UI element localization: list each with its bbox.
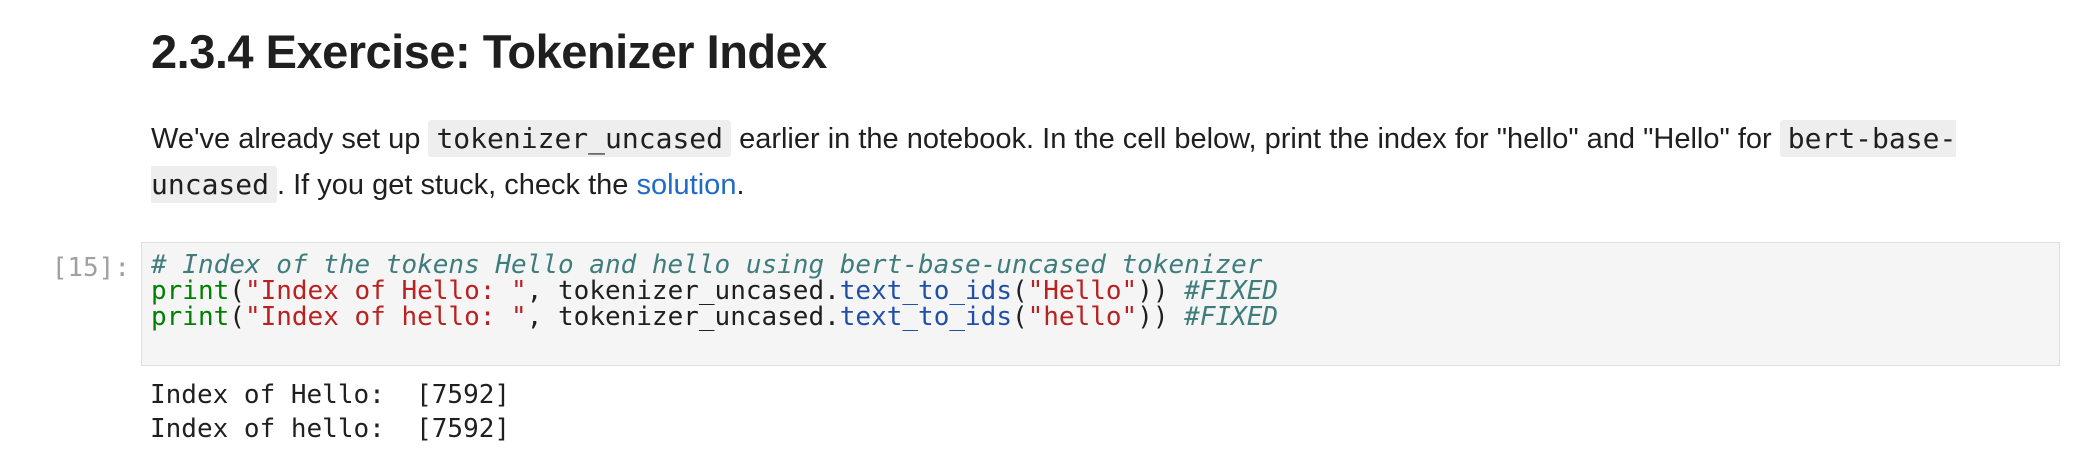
code-string-arg: "hello"	[1027, 302, 1138, 332]
code-plain: , tokenizer_uncased.	[526, 302, 840, 332]
code-string: "Index of hello: "	[244, 302, 527, 332]
execution-count-prompt: [15]:	[51, 253, 130, 283]
code-close-paren: ))	[1137, 302, 1169, 332]
code-editor[interactable]: # Index of the tokens Hello and hello us…	[141, 242, 2060, 366]
para-text-4: .	[736, 169, 745, 201]
code-print-builtin: print	[151, 302, 230, 332]
code-inline-comment: #FIXED	[1168, 302, 1279, 332]
output-line-1: Index of Hello: [7592]	[150, 380, 511, 410]
para-text-1: We've already set up	[151, 123, 429, 155]
section-heading: 2.3.4 Exercise: Tokenizer Index	[151, 25, 827, 78]
para-text-3: . If you get stuck, check the	[277, 169, 637, 201]
output-line-2: Index of hello: [7592]	[150, 414, 511, 444]
code-method: text_to_ids	[839, 302, 1012, 332]
code-paren: (	[229, 302, 245, 332]
inline-code-tokenizer: tokenizer_uncased	[428, 120, 732, 157]
para-text-2: earlier in the notebook. In the cell bel…	[731, 123, 1780, 155]
code-line-3: print("Index of hello: ", tokenizer_unca…	[151, 302, 1278, 332]
solution-link[interactable]: solution	[636, 169, 736, 201]
instructions-paragraph: We've already set up tokenizer_uncased e…	[151, 116, 2051, 208]
cell-output: Index of Hello: [7592] Index of hello: [7…	[150, 378, 510, 446]
code-paren: (	[1011, 302, 1028, 332]
